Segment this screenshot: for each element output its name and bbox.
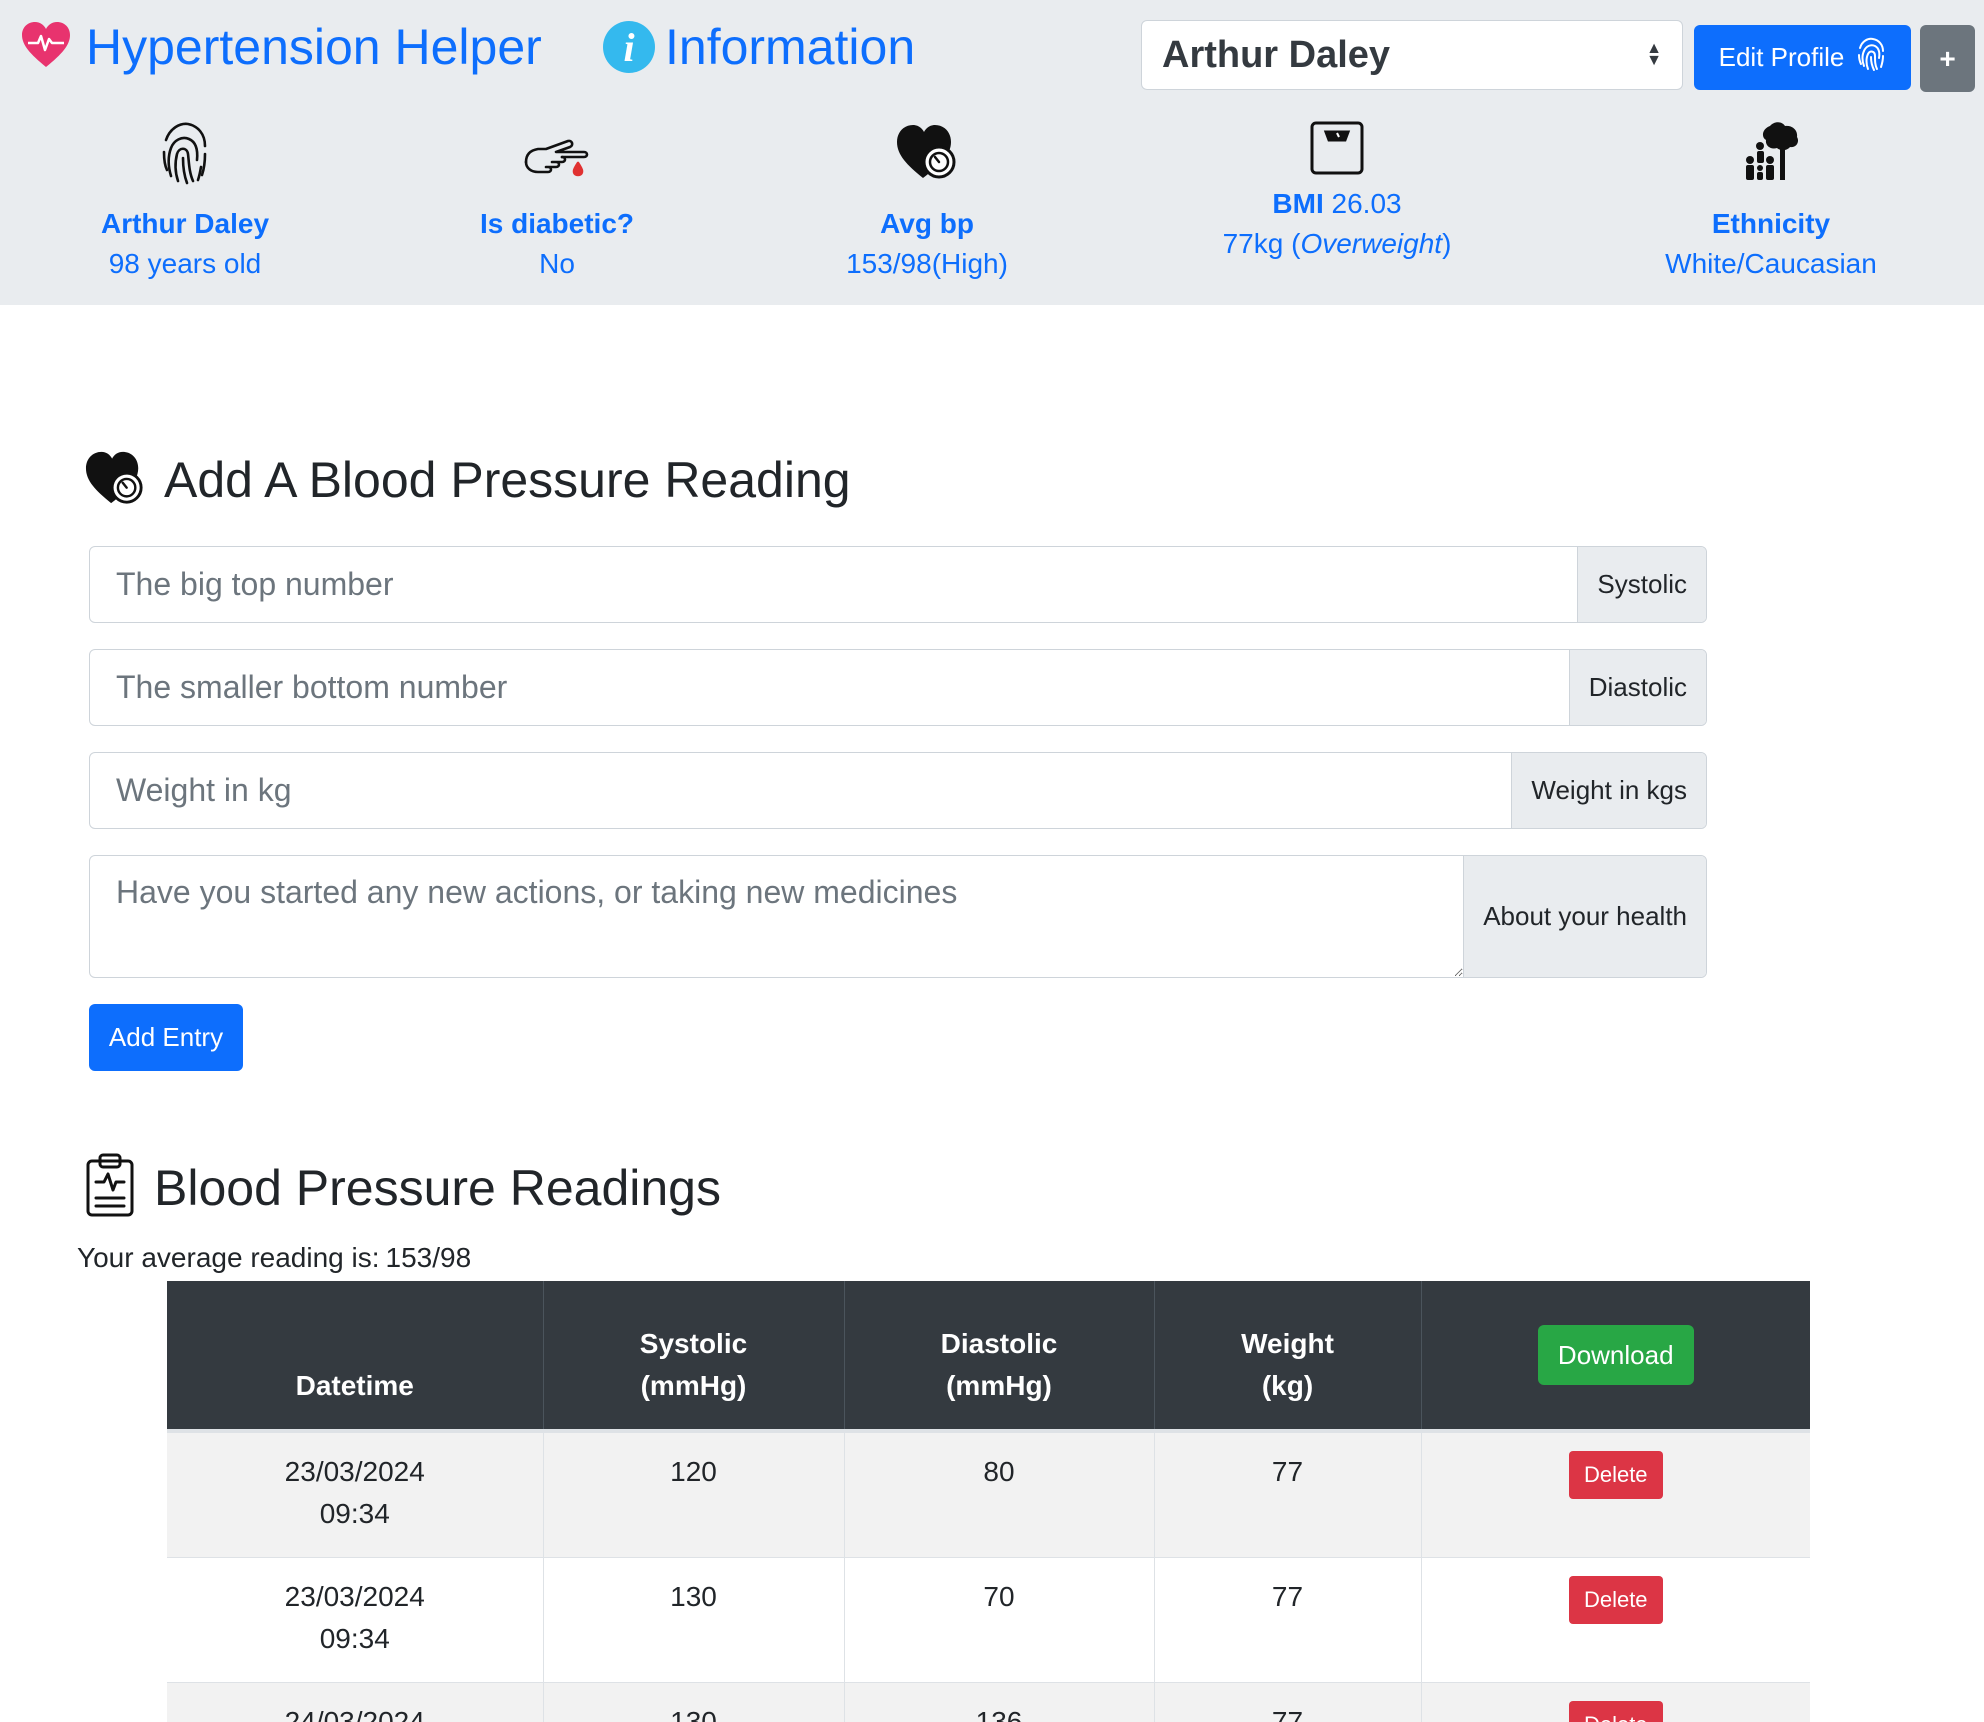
edit-profile-label: Edit Profile (1718, 42, 1845, 72)
heart-pulse-icon (20, 21, 72, 74)
info-icon: i (603, 21, 655, 73)
avg-bp-value: 153/98(High) (846, 248, 1008, 279)
cell-actions: Delete (1420, 1557, 1810, 1683)
stat-ethnicity: Ethnicity White/Caucasian (1606, 120, 1936, 280)
bmi-value: 26.03 (1331, 188, 1402, 219)
systolic-addon: Systolic (1577, 547, 1706, 622)
weight-value: 77kg ( (1222, 228, 1301, 259)
weight-addon: Weight in kgs (1511, 753, 1706, 828)
cell-weight: 77 (1153, 1682, 1421, 1722)
cell-diastolic: 80 (843, 1430, 1154, 1558)
cell-diastolic: 136 (843, 1682, 1154, 1722)
col-systolic: Systolic (mmHg) (542, 1281, 844, 1431)
patient-select[interactable]: Arthur Daley ▲ ▼ (1141, 20, 1683, 90)
stat-diabetic: Is diabetic? No (392, 120, 722, 280)
avg-bp-label: Avg bp (880, 208, 974, 239)
scale-icon (1172, 120, 1502, 188)
edit-profile-button[interactable]: Edit Profile (1694, 25, 1911, 90)
cell-weight: 77 (1153, 1430, 1421, 1558)
add-patient-button[interactable]: + (1920, 25, 1975, 92)
cell-datetime: 24/03/2024 (167, 1682, 543, 1722)
systolic-input[interactable] (90, 547, 1578, 622)
table-row: 23/03/2024 09:34 130 70 77 Delete (167, 1557, 1810, 1683)
finger-blood-drop-icon (392, 120, 722, 200)
readings-heading: Blood Pressure Readings (84, 1152, 721, 1223)
col-weight: Weight (kg) (1153, 1281, 1421, 1431)
stat-profile: Arthur Daley 98 years old (20, 120, 350, 280)
notes-addon: About your health (1463, 856, 1706, 977)
stat-avg-bp: Avg bp 153/98(High) (762, 120, 1092, 280)
cell-datetime: 23/03/2024 09:34 (167, 1557, 543, 1683)
brand-link[interactable]: Hypertension Helper (20, 18, 542, 76)
cell-actions: Delete (1420, 1682, 1810, 1722)
information-link[interactable]: i Information (603, 18, 915, 76)
weight-close: ) (1442, 228, 1452, 259)
heart-gauge-icon (84, 447, 146, 512)
readings-table: Datetime Systolic (mmHg) Diastolic (mmHg) … (167, 1281, 1810, 1722)
average-label: Your average reading is: (77, 1242, 380, 1273)
clipboard-pulse-icon (84, 1152, 136, 1223)
brand-title: Hypertension Helper (86, 19, 542, 75)
ethnicity-label: Ethnicity (1711, 208, 1831, 239)
header: Hypertension Helper i Information Arthur… (0, 0, 1984, 305)
cell-weight: 77 (1153, 1557, 1421, 1683)
fingerprint-icon (1856, 36, 1886, 79)
delete-button[interactable]: Delete (1568, 1576, 1663, 1624)
weight-line: 77kg (Overweight) (1172, 228, 1502, 260)
cell-datetime: 23/03/2024 09:34 (167, 1430, 543, 1558)
cell-actions: Delete (1420, 1430, 1810, 1558)
delete-button[interactable]: Delete (1568, 1701, 1663, 1722)
add-reading-title: Add A Blood Pressure Reading (164, 451, 851, 508)
cell-systolic: 130 (542, 1682, 844, 1722)
notes-field-group: About your health (89, 855, 1707, 978)
col-datetime: Datetime (167, 1281, 543, 1431)
bmi-label: BMI (1272, 188, 1324, 219)
col-diastolic: Diastolic (mmHg) (843, 1281, 1154, 1431)
cell-systolic: 120 (542, 1430, 844, 1558)
diabetic-label: Is diabetic? (479, 208, 635, 239)
add-entry-button[interactable]: Add Entry (89, 1004, 243, 1071)
select-arrows-icon: ▲ ▼ (1646, 40, 1662, 69)
bmi-category: Overweight (1300, 228, 1443, 259)
patient-select-value: Arthur Daley (1162, 33, 1391, 76)
app-root: Hypertension Helper i Information Arthur… (0, 0, 1984, 1722)
cell-diastolic: 70 (843, 1557, 1154, 1683)
weight-input[interactable] (90, 753, 1512, 828)
add-reading-heading: Add A Blood Pressure Reading (84, 447, 851, 512)
diastolic-addon: Diastolic (1568, 650, 1706, 725)
table-row: 24/03/2024 130 136 77 Delete (167, 1682, 1810, 1722)
diastolic-field-group: Diastolic (89, 649, 1707, 726)
average-value: 153/98 (385, 1242, 472, 1273)
table-header-row: Datetime Systolic (mmHg) Diastolic (mmHg) … (167, 1281, 1810, 1431)
table-row: 23/03/2024 09:34 120 80 77 Delete (167, 1430, 1810, 1558)
readings-title: Blood Pressure Readings (154, 1159, 721, 1216)
diastolic-input[interactable] (90, 650, 1569, 725)
weight-field-group: Weight in kgs (89, 752, 1707, 829)
systolic-field-group: Systolic (89, 546, 1707, 623)
profile-name: Arthur Daley (100, 208, 270, 239)
fingerprint-icon (20, 120, 350, 200)
bmi-line: BMI 26.03 (1172, 188, 1502, 220)
col-actions: Download (1420, 1281, 1810, 1431)
information-label: Information (665, 19, 916, 75)
average-reading: Your average reading is: 153/98 (77, 1242, 471, 1274)
ethnicity-value: White/Caucasian (1665, 248, 1877, 279)
cell-systolic: 130 (542, 1557, 844, 1683)
heart-gauge-icon (762, 120, 1092, 200)
stat-bmi: BMI 26.03 77kg (Overweight) (1172, 120, 1502, 260)
download-button[interactable]: Download (1537, 1325, 1694, 1385)
profile-age: 98 years old (108, 248, 262, 279)
family-tree-icon (1606, 120, 1936, 200)
notes-textarea[interactable] (90, 856, 1464, 977)
diabetic-value: No (539, 248, 575, 279)
delete-button[interactable]: Delete (1568, 1451, 1663, 1499)
